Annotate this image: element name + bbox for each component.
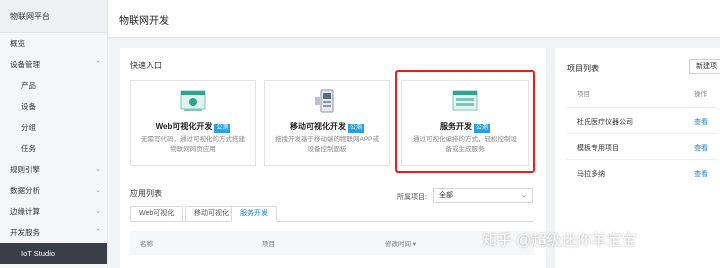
sidebar-item[interactable]: 产品 bbox=[0, 75, 107, 96]
col-name: 名称 bbox=[140, 241, 153, 248]
sidebar-item-label: 数据分析 bbox=[10, 186, 40, 195]
quick-entry-title: 快速入口 bbox=[130, 61, 162, 70]
quick-card-desc: 无需写代码，通过可视化的方式搭建物联网网页应用 bbox=[141, 136, 245, 153]
page-title: 物联网开发 bbox=[119, 16, 169, 27]
page-header: 物联网开发 bbox=[108, 0, 720, 38]
col-modified-time[interactable]: 修改时间 ▾ bbox=[385, 238, 416, 248]
view-link[interactable]: 查看 bbox=[694, 169, 708, 179]
quick-card-mobile[interactable]: 移动可视化开发 公测 拖拽开发基于移动端的物联网APP或设备控制面板 bbox=[264, 80, 390, 166]
sidebar-item-label: 概览 bbox=[10, 39, 25, 48]
mobile-visual-icon bbox=[314, 89, 340, 113]
new-project-button[interactable]: 新建项 bbox=[689, 59, 720, 74]
sidebar-item[interactable]: 数据分析 ⌄ bbox=[0, 180, 107, 201]
sidebar-item[interactable]: 分组 bbox=[0, 117, 107, 138]
sidebar-item-label: 开发服务 bbox=[10, 228, 40, 237]
app-list-title: 应用列表 bbox=[130, 189, 162, 198]
col-project-name: 项目 bbox=[577, 91, 590, 98]
chevron-down-icon: ⌄ bbox=[95, 208, 101, 215]
sidebar-item[interactable]: 设备 bbox=[0, 96, 107, 117]
highlight-box bbox=[395, 70, 535, 173]
project-row: 模板专用项目 查看 bbox=[567, 133, 717, 159]
project-row: 马拉多纳 查看 bbox=[567, 159, 717, 185]
sidebar-item[interactable]: 开发服务 ⌃ bbox=[0, 222, 107, 243]
quick-card-name: 移动可视化开发 bbox=[289, 122, 346, 131]
watermark: 知乎 @超级迷你羊宝宝 bbox=[482, 232, 637, 249]
sidebar-title: 物联网平台 bbox=[0, 0, 107, 33]
sidebar-item[interactable]: 概览 bbox=[0, 33, 107, 54]
quick-card-web[interactable]: Web可视化开发 公测 无需写代码，通过可视化的方式搭建物联网网页应用 bbox=[130, 80, 256, 166]
sidebar-item-label: 设备 bbox=[21, 102, 36, 111]
sidebar-item-label: 分组 bbox=[21, 123, 36, 132]
sidebar-item[interactable]: IoT Studio bbox=[0, 243, 107, 264]
beta-badge: 公测 bbox=[214, 124, 231, 133]
sidebar-item[interactable]: 边缘计算 ⌄ bbox=[0, 201, 107, 222]
chevron-down-icon: ⌄ bbox=[95, 187, 101, 194]
sidebar: 物联网平台 概览设备管理 ⌃ 产品设备分组任务规则引擎 ⌄ 数据分析 ⌄ 边缘计算 ⌄ 开发服务… bbox=[0, 0, 108, 268]
sidebar-item-label: IoT Studio bbox=[21, 249, 56, 258]
project-row: 杜氏医疗仪器公司 查看 bbox=[567, 107, 717, 133]
quick-card-name: Web可视化开发 bbox=[155, 122, 213, 131]
sidebar-item[interactable]: 规则引擎 ⌄ bbox=[0, 159, 107, 180]
beta-badge: 公测 bbox=[347, 124, 364, 133]
tab-web-visual[interactable]: Web可视化 bbox=[130, 206, 184, 222]
project-name: 模板专用项目 bbox=[577, 145, 619, 152]
sidebar-item[interactable]: 任务 bbox=[0, 138, 107, 159]
quick-card-desc: 拖拽开发基于移动端的物联网APP或设备控制面板 bbox=[275, 136, 380, 153]
sidebar-item-label: 边缘计算 bbox=[10, 207, 40, 216]
sidebar-item-label: 任务 bbox=[21, 144, 36, 153]
project-list-title: 项目列表 bbox=[567, 64, 599, 73]
sidebar-item-label: 设备管理 bbox=[10, 60, 40, 69]
col-project: 项目 bbox=[262, 241, 275, 248]
chevron-down-icon: ⌄ bbox=[95, 166, 101, 173]
sidebar-item[interactable]: 设备管理 ⌃ bbox=[0, 54, 107, 75]
chevron-up-icon: ⌃ bbox=[95, 229, 101, 236]
sidebar-item-label: 产品 bbox=[21, 81, 36, 90]
col-action: 操作 bbox=[694, 91, 707, 98]
view-link[interactable]: 查看 bbox=[694, 117, 708, 127]
chevron-down-icon: ⌄ bbox=[521, 192, 527, 199]
project-filter-select[interactable]: 全部 ⌄ bbox=[433, 188, 533, 203]
project-filter-value: 全部 bbox=[439, 192, 453, 199]
project-name: 杜氏医疗仪器公司 bbox=[577, 119, 633, 126]
sidebar-menu: 概览设备管理 ⌃ 产品设备分组任务规则引擎 ⌄ 数据分析 ⌄ 边缘计算 ⌄ 开发服务 ⌃ IoT S… bbox=[0, 33, 107, 264]
view-link[interactable]: 查看 bbox=[694, 143, 708, 153]
app-table-header: 名称 项目 修改时间 ▾ bbox=[130, 231, 534, 255]
sidebar-item-label: 规则引擎 bbox=[10, 165, 40, 174]
chevron-up-icon: ⌃ bbox=[95, 61, 101, 68]
web-visual-icon bbox=[180, 89, 206, 113]
project-name: 马拉多纳 bbox=[577, 171, 605, 178]
tab-service-dev[interactable]: 服务开发 bbox=[231, 206, 277, 222]
project-filter-label: 所属项目: bbox=[397, 194, 427, 201]
